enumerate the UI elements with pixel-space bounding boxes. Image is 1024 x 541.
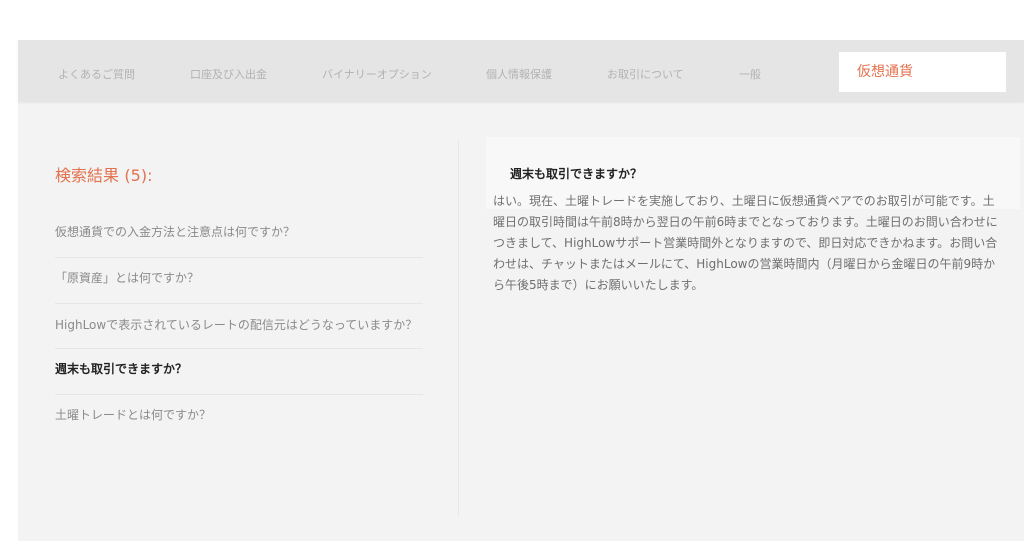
category-tab-bar: よくあるご質問 口座及び入出金 バイナリーオプション 個人情報保護 お取引につい…	[18, 40, 1024, 102]
tab-account-deposit[interactable]: 口座及び入出金	[190, 40, 267, 102]
search-results-title: 検索結果 (5):	[55, 162, 152, 186]
question-list: 仮想通貨での入金方法と注意点は何ですか？ 「原資産」とは何ですか？ HighLo…	[55, 212, 423, 440]
answer-title: 週末も取引できますか？	[510, 167, 643, 181]
tab-general[interactable]: 一般	[739, 40, 761, 102]
tab-faq[interactable]: よくあるご質問	[58, 40, 135, 102]
question-item[interactable]: 土曜トレードとは何ですか？	[55, 395, 423, 440]
question-item[interactable]: HighLowで表示されているレートの配信元はどうなっていますか？	[55, 304, 423, 349]
tab-trading[interactable]: お取引について	[607, 40, 684, 102]
tab-crypto[interactable]: 仮想通貨	[839, 52, 1006, 92]
question-item[interactable]: 「原資産」とは何ですか？	[55, 258, 423, 304]
question-item-selected[interactable]: 週末も取引できますか？	[55, 349, 423, 395]
question-item[interactable]: 仮想通貨での入金方法と注意点は何ですか？	[55, 212, 423, 258]
search-results-column: 検索結果 (5): 仮想通貨での入金方法と注意点は何ですか？ 「原資産」とは何で…	[18, 140, 459, 516]
tab-privacy[interactable]: 個人情報保護	[486, 40, 552, 102]
search-results-label: 検索結果	[55, 166, 120, 185]
search-results-count: (5):	[124, 166, 153, 185]
answer-body: はい。現在、土曜トレードを実施しており、土曜日に仮想通貨ペアでのお取引が可能です…	[493, 194, 998, 292]
tab-binary-option[interactable]: バイナリーオプション	[322, 40, 432, 102]
